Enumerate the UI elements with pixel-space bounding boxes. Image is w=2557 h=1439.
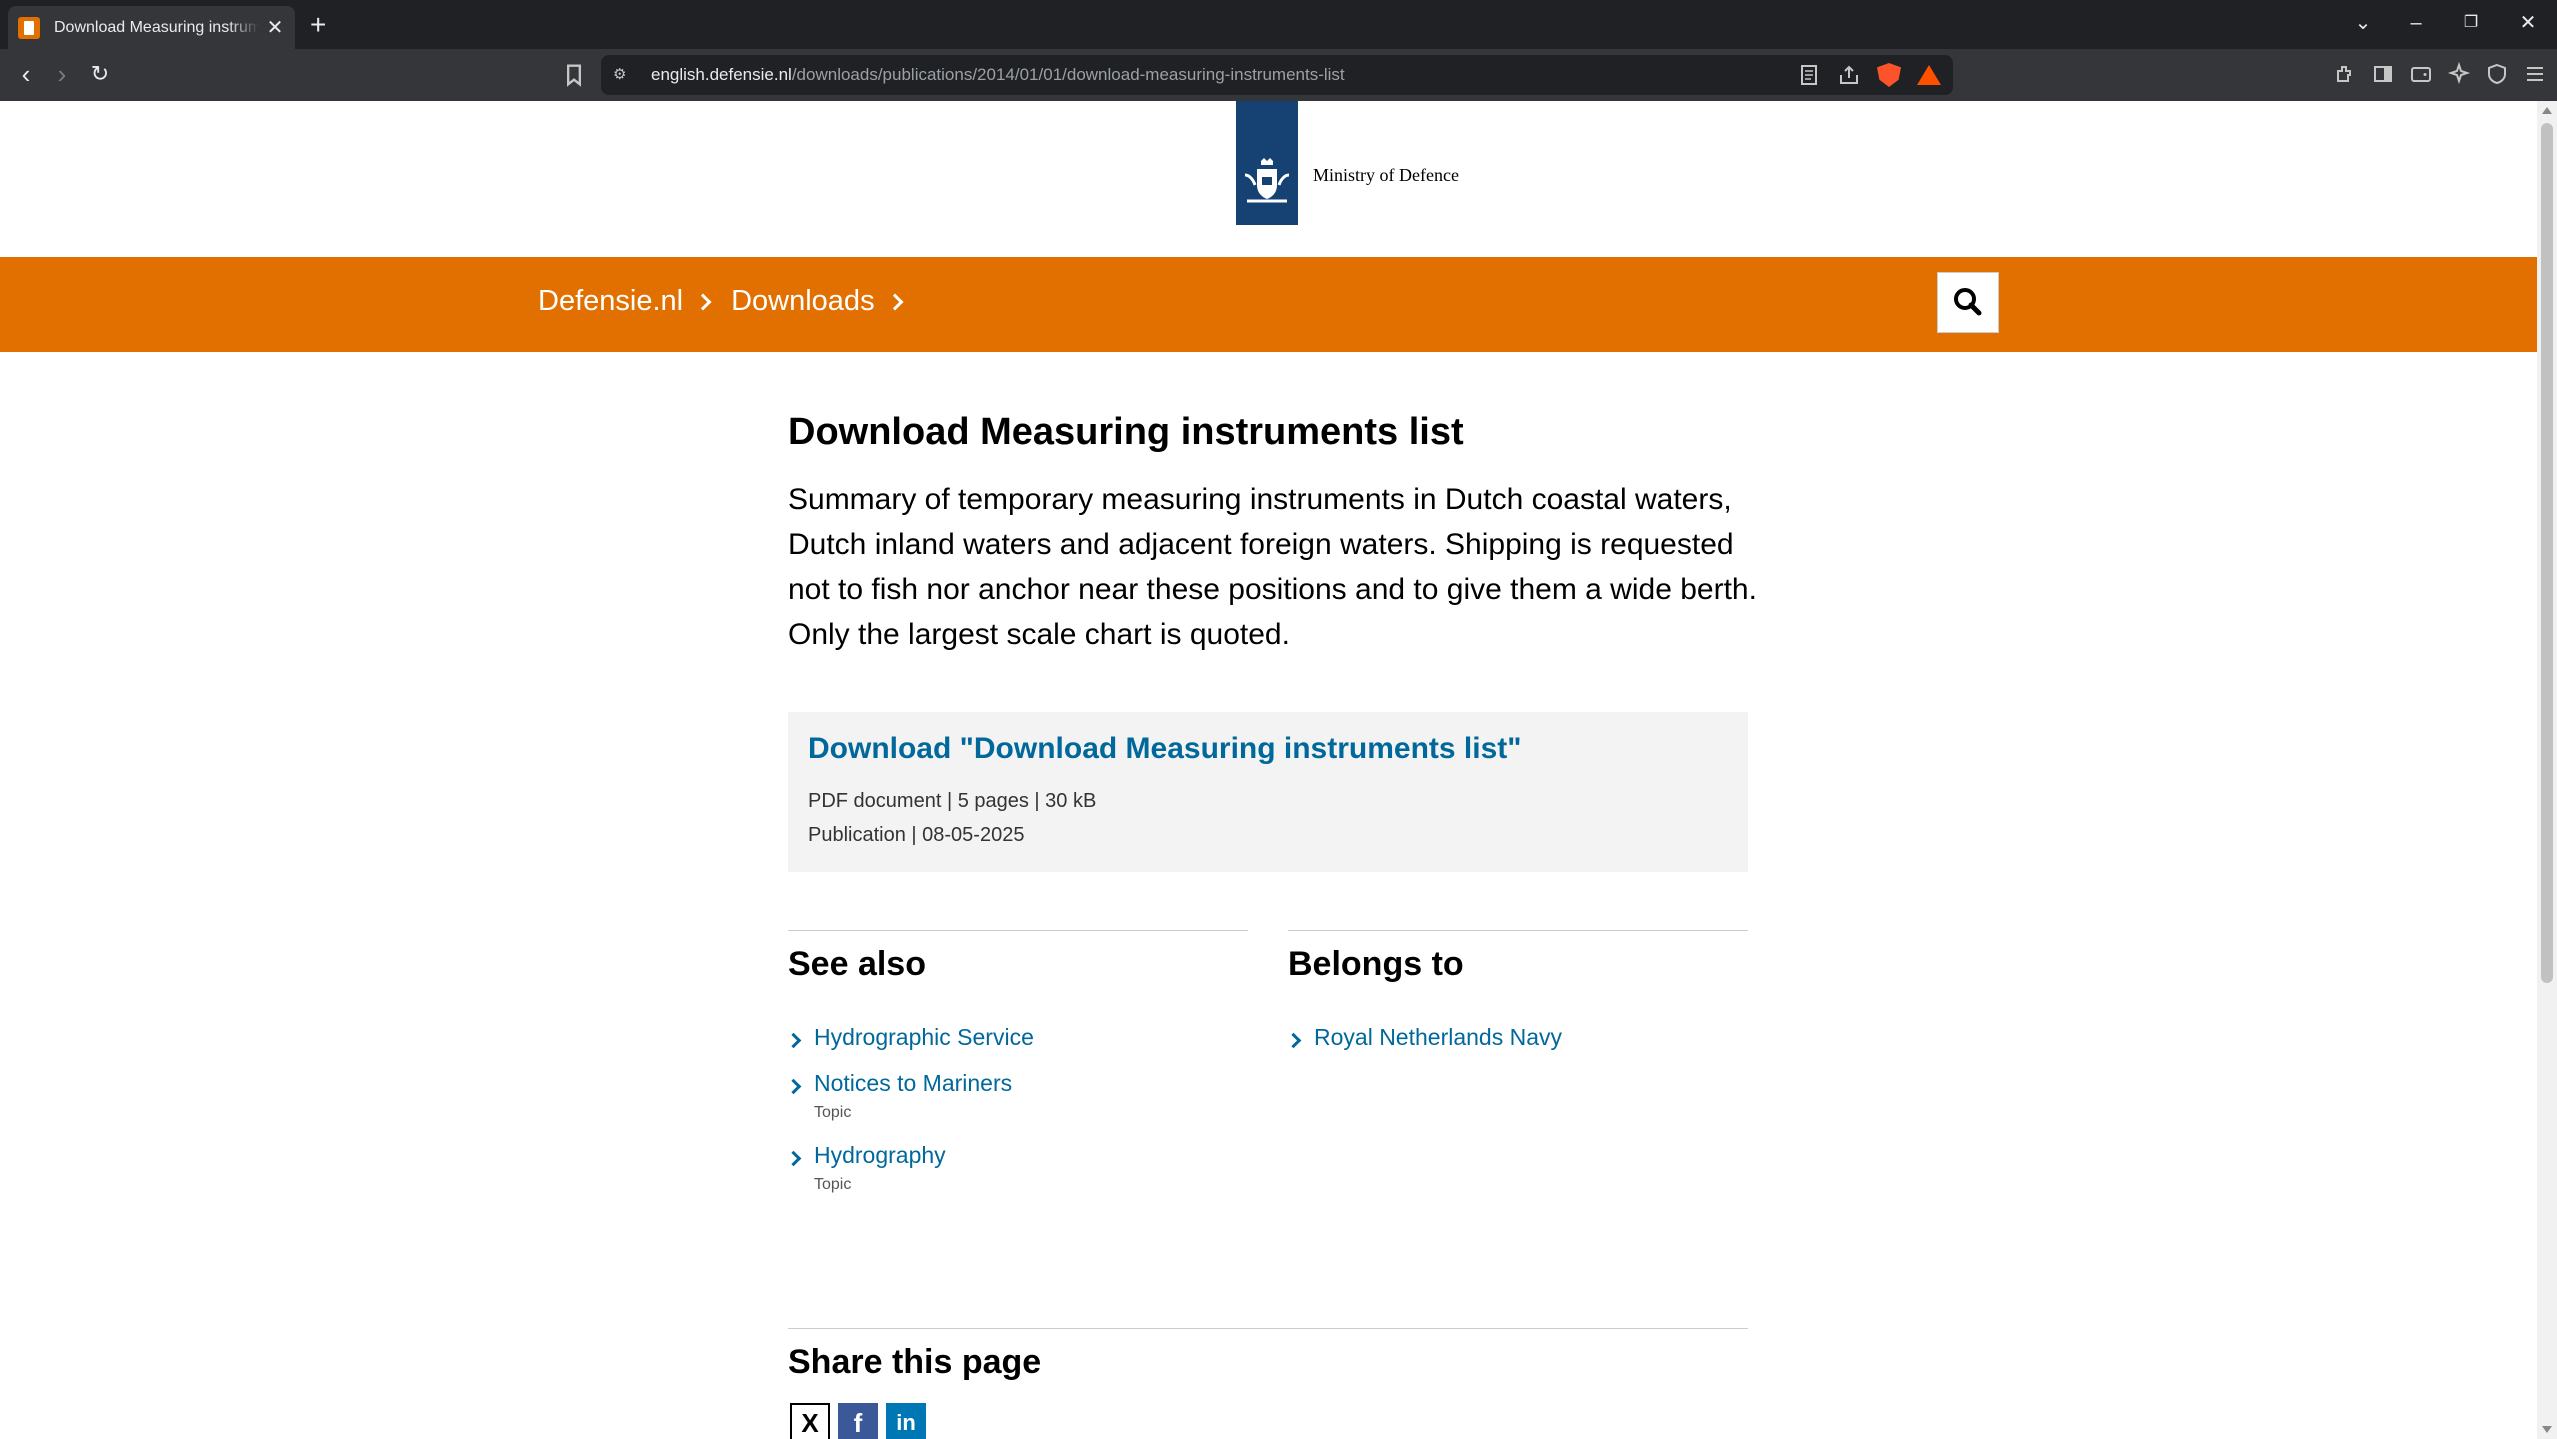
breadcrumb-downloads-link[interactable]: Downloads — [731, 285, 874, 318]
breadcrumb: Defensie.nl Downloads — [538, 285, 923, 318]
intro-text: Summary of temporary measuring instrumen… — [788, 483, 1757, 651]
download-meta: PDF document | 5 pages | 30 kB Publicati… — [808, 784, 1728, 852]
breadcrumb-bar: Defensie.nl Downloads — [0, 257, 2537, 352]
minimize-icon[interactable]: – — [2396, 8, 2436, 38]
royal-crest-icon — [1244, 158, 1290, 203]
browser-tab[interactable]: Download Measuring instruments list ✕ — [8, 6, 295, 49]
download-box: Download "Download Measuring instruments… — [788, 712, 1748, 872]
list-item: Hydrographic Service — [788, 1024, 1248, 1050]
page-title: Download Measuring instruments list — [788, 411, 1464, 453]
site-logo-text[interactable]: Ministry of Defence — [1313, 165, 1459, 186]
x-twitter-icon[interactable]: X — [790, 1403, 830, 1439]
linkedin-icon[interactable]: in — [886, 1403, 926, 1439]
file-info: PDF document | 5 pages | 30 kB — [808, 790, 1097, 812]
belongs-to-section: Belongs to Royal Netherlands Navy — [1288, 930, 1748, 1070]
publication-date: Publication | 08-05-2025 — [808, 824, 1025, 846]
see-also-link[interactable]: Hydrography — [814, 1142, 1248, 1168]
see-also-list: Hydrographic Service Notices to Mariners… — [788, 1024, 1248, 1194]
reload-icon[interactable]: ↻ — [84, 59, 116, 91]
scrollbar-thumb[interactable] — [2541, 123, 2553, 983]
url-text: english.defensie.nl/downloads/publicatio… — [651, 65, 1345, 84]
share-heading: Share this page — [788, 1343, 1042, 1381]
list-item: Notices to Mariners Topic — [788, 1070, 1248, 1122]
item-type-label: Topic — [814, 1104, 852, 1121]
window-close-icon[interactable]: ✕ — [2508, 8, 2548, 38]
sidebar-icon[interactable] — [2371, 62, 2395, 86]
scroll-up-icon[interactable] — [2542, 107, 2552, 114]
see-also-heading: See also — [788, 945, 926, 983]
bookmark-icon[interactable] — [560, 61, 588, 89]
item-type-label: Topic — [814, 1176, 852, 1193]
site-favicon-icon — [18, 16, 40, 39]
facebook-icon[interactable]: f — [838, 1403, 878, 1439]
see-also-section: See also Hydrographic Service Notices to… — [788, 930, 1248, 1214]
chevron-right-icon — [886, 293, 904, 310]
divider — [788, 1328, 1748, 1329]
belongs-to-link[interactable]: Royal Netherlands Navy — [1314, 1024, 1748, 1050]
restore-icon[interactable]: ❐ — [2451, 8, 2491, 38]
share-buttons: X f in — [790, 1403, 926, 1439]
tab-list-chevron-icon[interactable]: ⌄ — [2343, 8, 2383, 38]
download-link[interactable]: Download "Download Measuring instruments… — [808, 732, 1728, 766]
tab-close-icon[interactable]: ✕ — [265, 18, 285, 38]
web-page: Ministry of Defence Defensie.nl Download… — [0, 101, 2537, 1439]
brave-rewards-icon[interactable] — [1917, 65, 1941, 85]
search-button[interactable] — [1937, 272, 1999, 333]
browser-toolbar: ‹ › ↻ ⚙ english.defensie.nl/downloads/pu… — [0, 49, 2557, 101]
brave-shields-icon[interactable] — [1877, 63, 1901, 87]
list-item: Hydrography Topic — [788, 1142, 1248, 1194]
site-settings-icon[interactable]: ⚙ — [613, 65, 633, 85]
search-icon — [1954, 288, 1982, 316]
see-also-link[interactable]: Notices to Mariners — [814, 1070, 1248, 1096]
menu-icon[interactable] — [2523, 62, 2547, 86]
leo-ai-icon[interactable] — [2447, 62, 2471, 86]
wallet-icon[interactable] — [2409, 62, 2433, 86]
see-also-link[interactable]: Hydrographic Service — [814, 1024, 1248, 1050]
breadcrumb-home-link[interactable]: Defensie.nl — [538, 285, 683, 318]
chevron-right-icon — [694, 293, 712, 310]
vpn-icon[interactable] — [2485, 62, 2509, 86]
list-item: Royal Netherlands Navy — [1288, 1024, 1748, 1050]
belongs-to-list: Royal Netherlands Navy — [1288, 1024, 1748, 1050]
forward-icon[interactable]: › — [46, 59, 78, 91]
browser-tab-strip: Download Measuring instruments list ✕ + … — [0, 0, 2557, 49]
belongs-to-heading: Belongs to — [1288, 945, 1464, 983]
tab-title: Download Measuring instruments list — [54, 18, 259, 36]
share-page-icon[interactable] — [1837, 63, 1861, 87]
page-scrollbar[interactable] — [2537, 101, 2557, 1439]
new-tab-icon[interactable]: + — [310, 10, 326, 40]
address-bar[interactable]: ⚙ english.defensie.nl/downloads/publicat… — [601, 55, 1953, 95]
extensions-icon[interactable] — [2333, 62, 2357, 86]
reader-mode-icon[interactable] — [1797, 63, 1821, 87]
scroll-down-icon[interactable] — [2542, 1426, 2552, 1433]
back-icon[interactable]: ‹ — [10, 59, 42, 91]
